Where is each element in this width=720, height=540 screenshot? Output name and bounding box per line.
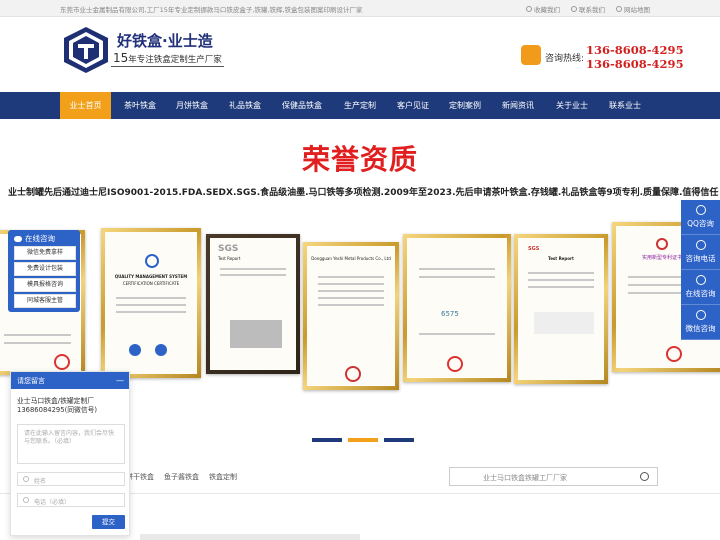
phone-icon xyxy=(695,240,706,250)
content-strip xyxy=(140,534,360,540)
bookmark-link[interactable]: 收藏我们 xyxy=(526,4,560,14)
wechat-icon xyxy=(695,310,706,320)
nav-item-about[interactable]: 关于业士 xyxy=(556,92,588,119)
user-icon xyxy=(23,476,29,482)
stamp-icon xyxy=(666,346,682,362)
nav-item-news[interactable]: 新闻资讯 xyxy=(502,92,534,119)
phone-icon xyxy=(23,497,29,503)
side-online-consult[interactable]: 在线咨询 xyxy=(681,270,720,305)
sample-photo xyxy=(534,312,594,334)
certificate-card[interactable]: SGS Test Report xyxy=(206,234,300,374)
name-field[interactable]: 姓名 xyxy=(17,472,125,486)
iso-seal-icon xyxy=(145,254,159,268)
honor-title: 荣誉资质 xyxy=(301,143,418,176)
sample-photo xyxy=(230,320,282,348)
nav-item-health-tin[interactable]: 保健品铁盒 xyxy=(282,92,322,119)
carousel-indicators xyxy=(312,438,414,442)
search-input[interactable]: 业士马口铁盒铁罐工厂厂家 xyxy=(449,467,658,486)
carousel-dot-2[interactable] xyxy=(348,438,378,442)
nav-item-tea-tin[interactable]: 茶叶铁盒 xyxy=(124,92,156,119)
message-form-title: 请您留言 xyxy=(17,377,45,385)
carousel-dot-1[interactable] xyxy=(312,438,342,442)
top-bar: 东莞市业士金属制品有限公司,工厂15年专业定制挪款马口铁皮盒子,铁罐,铁辉,铁盒… xyxy=(0,0,720,17)
hotline-number-1[interactable]: 136-8608-4295 xyxy=(586,43,684,57)
online-consult-title: 在线咨询 xyxy=(25,234,55,243)
star-icon xyxy=(526,6,532,12)
certificate-card[interactable]: SGS Test Report xyxy=(514,234,608,384)
tab-biscuit-tin[interactable]: 饼干铁盒 xyxy=(126,472,154,482)
nav-item-home[interactable]: 业士首页 xyxy=(60,92,111,119)
page-root: { "topbar": { "intro": "东莞市业士金属制品有限公司,工厂… xyxy=(0,0,720,540)
hotline-label: 咨询热线: xyxy=(545,54,585,64)
qq-icon xyxy=(695,205,706,215)
search-icon[interactable] xyxy=(640,472,649,481)
certificate-card[interactable]: 6575 xyxy=(403,234,511,382)
site-intro: 东莞市业士金属制品有限公司,工厂15年专业定制挪款马口铁皮盒子,铁罐,铁辉,铁盒… xyxy=(60,6,363,14)
message-form: 请您留言 — 业士马口铁盒/铁罐定制厂 13686084295(同微信号) 请在此… xyxy=(10,371,130,536)
stamp-icon xyxy=(54,354,70,370)
main-nav: 业士首页 茶叶铁盒 月饼铁盒 礼品铁盒 保健品铁盒 生产定制 客户见证 定制案例… xyxy=(0,92,720,119)
consult-item-design[interactable]: 免费设计包装 xyxy=(14,262,76,276)
tab-tin-custom[interactable]: 铁盒定制 xyxy=(209,472,237,482)
user-icon xyxy=(571,6,577,12)
hotline-number-2[interactable]: 136-8608-4295 xyxy=(586,57,684,71)
nav-item-testimonials[interactable]: 客户见证 xyxy=(397,92,429,119)
consult-item-sample[interactable]: 微信免费拿样 xyxy=(14,246,76,260)
phone-field[interactable]: 电话（必填） xyxy=(17,493,125,507)
form-company-name: 业士马口铁盒/铁罐定制厂 xyxy=(17,397,95,405)
consult-item-mould[interactable]: 模具报格咨询 xyxy=(14,278,76,292)
contact-link[interactable]: 联系我们 xyxy=(571,4,605,14)
chat-icon xyxy=(695,275,706,285)
nav-item-custom[interactable]: 生产定制 xyxy=(344,92,376,119)
nav-item-contact[interactable]: 联系业士 xyxy=(609,92,641,119)
honor-description: 业士制罐先后通过迪士尼ISO9001-2015.FDA.SEDX.SGS.食品级… xyxy=(8,188,719,198)
brand-name: 好铁盒·业士造 xyxy=(117,32,213,50)
location-icon xyxy=(616,6,622,12)
chat-icon xyxy=(14,235,22,242)
brand-slogan: 15年专注铁盒定制生产厂家 xyxy=(111,51,224,67)
certificate-card[interactable]: QUALITY MANAGEMENT SYSTEM CERTIFICATION … xyxy=(101,228,201,378)
top-links: 收藏我们 联系我们 网站地图 xyxy=(526,4,650,14)
sitemap-link[interactable]: 网站地图 xyxy=(616,4,650,14)
stamp-icon xyxy=(447,356,463,372)
minimize-button[interactable]: — xyxy=(116,376,124,385)
side-phone-consult[interactable]: 咨询电话 xyxy=(681,235,720,270)
phone-icon xyxy=(521,45,541,65)
side-float-bar: QQ咨询 咨询电话 在线咨询 微信咨询 xyxy=(681,200,720,340)
product-tabs: 饼干铁盒 鱼子酱铁盒 铁盒定制 xyxy=(126,472,237,482)
company-logo[interactable] xyxy=(62,26,110,74)
carousel-dot-3[interactable] xyxy=(384,438,414,442)
iaf-logo-icon xyxy=(129,344,141,356)
message-textarea[interactable]: 请在此输入留言内容，我们会尽快与您联系。（必填） xyxy=(17,424,125,464)
patent-seal-icon xyxy=(656,238,668,250)
nav-item-cases[interactable]: 定制案例 xyxy=(449,92,481,119)
cnas-logo-icon xyxy=(155,344,167,356)
nav-item-mooncake-tin[interactable]: 月饼铁盒 xyxy=(176,92,208,119)
tab-caviar-tin[interactable]: 鱼子酱铁盒 xyxy=(164,472,199,482)
stamp-icon xyxy=(345,366,361,382)
side-wechat-consult[interactable]: 微信咨询 xyxy=(681,305,720,340)
online-consult-panel: 在线咨询 微信免费拿样 免费设计包装 模具报格咨询 同城客服主管 xyxy=(8,230,80,312)
nav-item-gift-tin[interactable]: 礼品铁盒 xyxy=(229,92,261,119)
consult-item-service[interactable]: 同城客服主管 xyxy=(14,294,76,308)
certificate-card[interactable]: Dongguan Yeshi Metal Products Co., Ltd xyxy=(303,242,399,390)
submit-button[interactable]: 提交 xyxy=(92,515,125,529)
side-qq-consult[interactable]: QQ咨询 xyxy=(681,200,720,235)
form-company-phone: 13686084295(同微信号) xyxy=(17,406,98,414)
